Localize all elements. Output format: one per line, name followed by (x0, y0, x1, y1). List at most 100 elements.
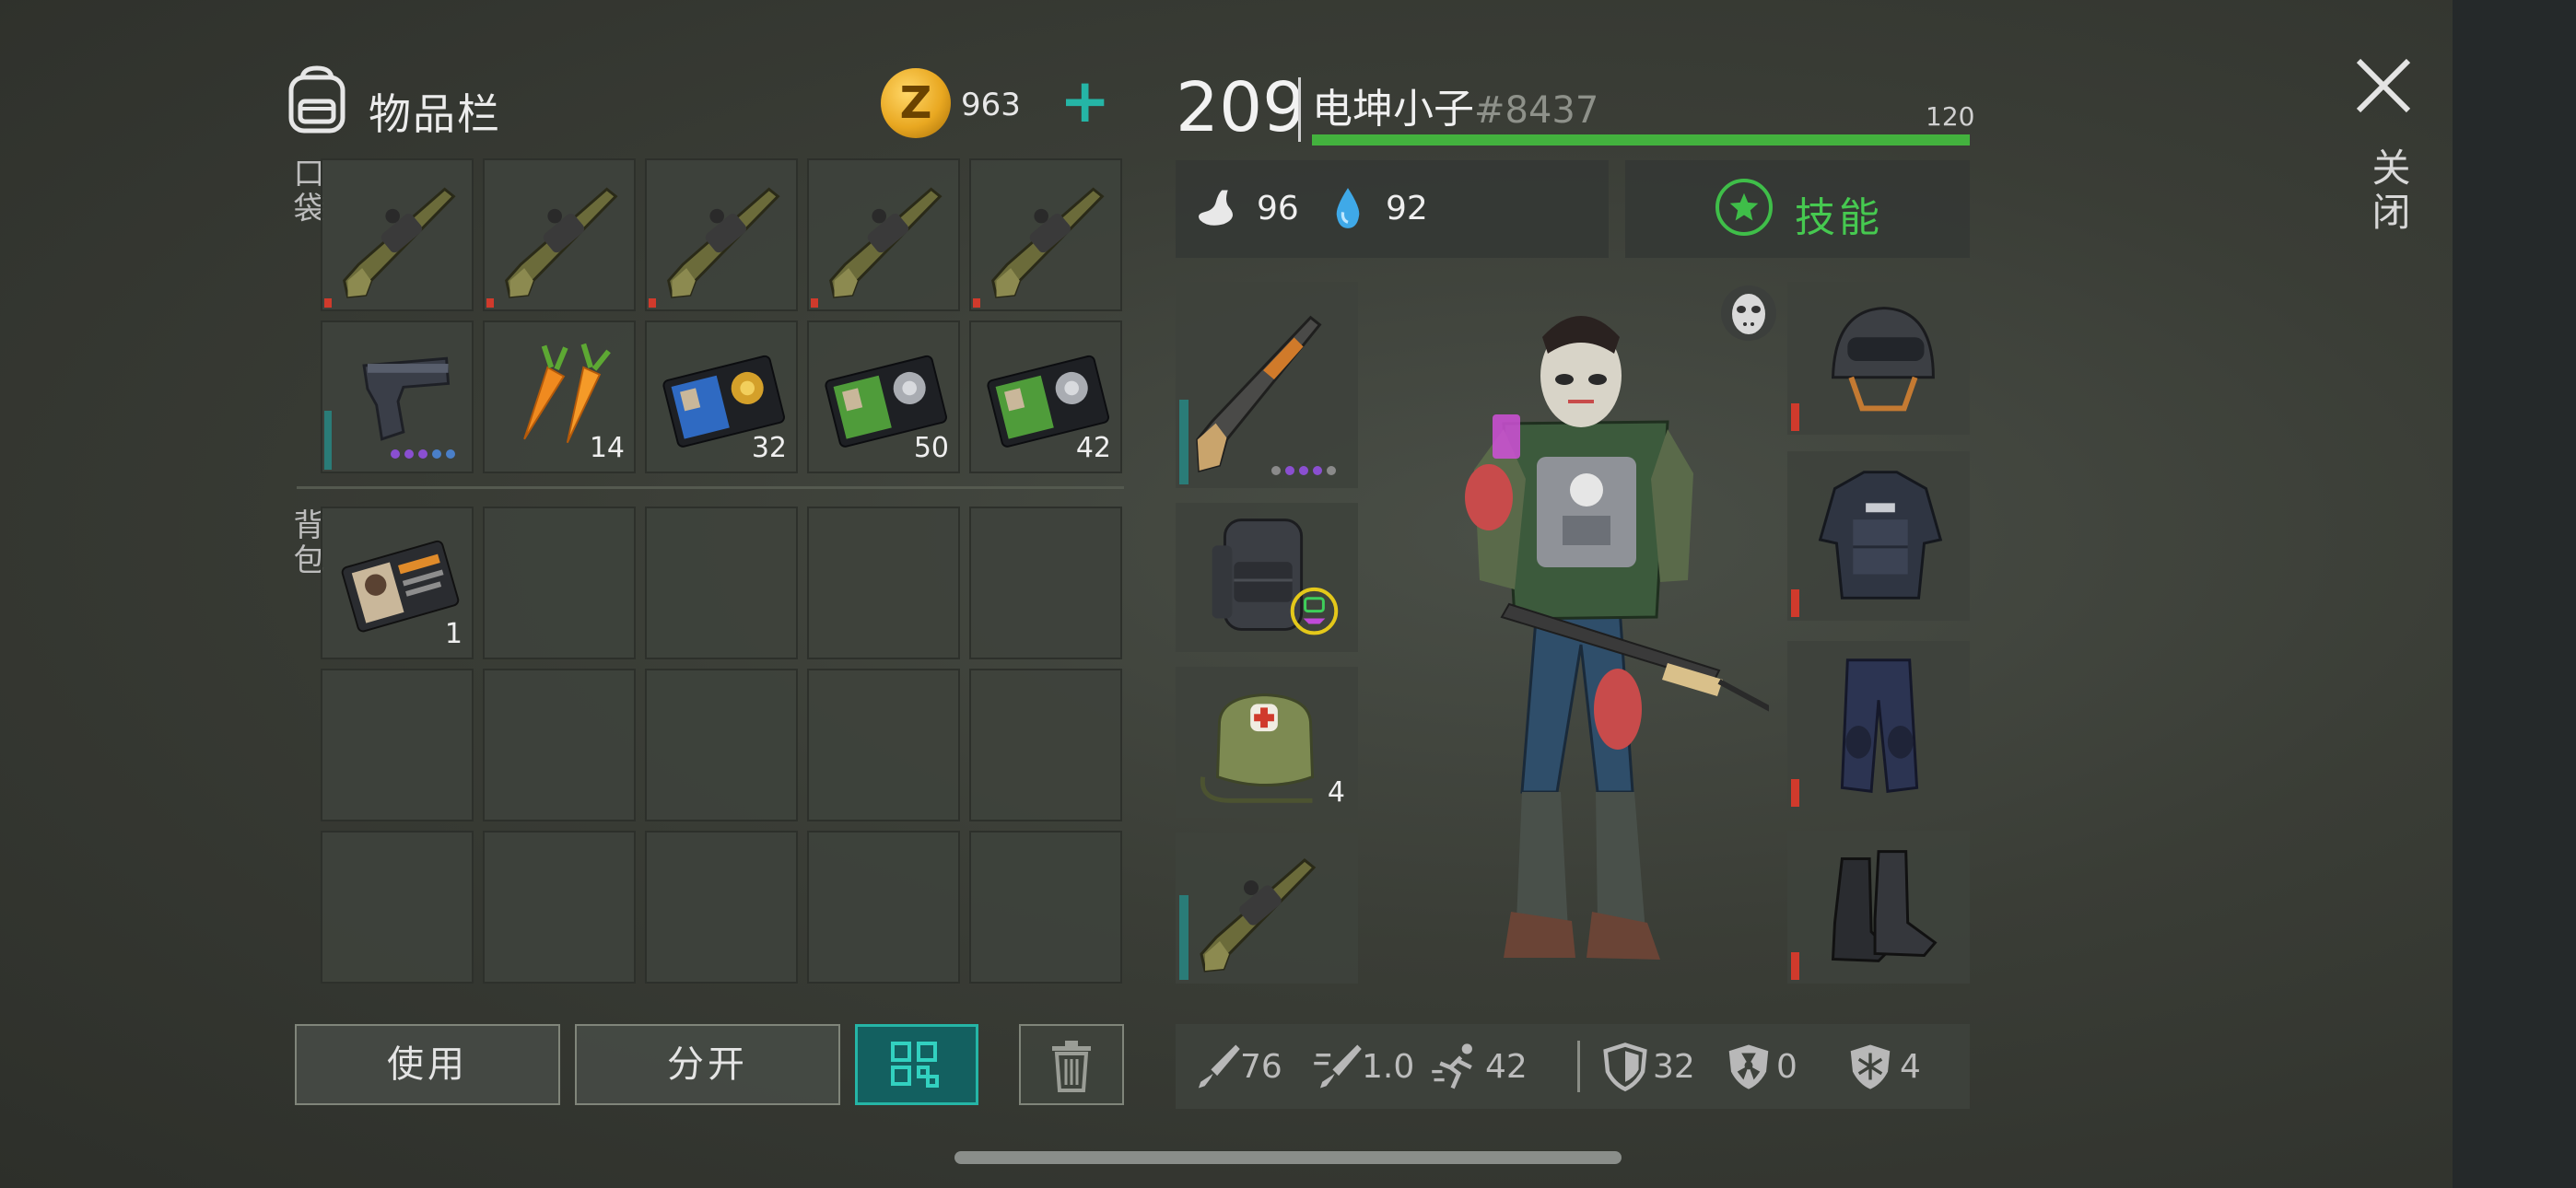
backpack-slot-9[interactable] (807, 669, 960, 821)
skills-icon-circle (1715, 179, 1773, 236)
grenade-launcher-icon (1200, 858, 1316, 973)
move-speed-value: 42 (1485, 1048, 1528, 1086)
durability-bar (811, 298, 818, 308)
durability-bar (1791, 779, 1799, 807)
home-indicator[interactable] (954, 1151, 1622, 1164)
backpack-slot-15[interactable] (969, 831, 1122, 984)
durability-bar (1791, 403, 1799, 431)
backpack-slot-6[interactable] (321, 669, 474, 821)
name-separator (1298, 77, 1301, 142)
armor-slot-body[interactable] (1787, 451, 1970, 621)
pocket-slot-3[interactable] (645, 158, 798, 311)
pocket-slot-2[interactable] (483, 158, 636, 311)
grenade-launcher-icon (343, 187, 455, 298)
combat-stats-bar: 76 1.0 42 32 0 4 (1176, 1024, 1970, 1109)
tactical-helmet-icon (1831, 307, 1935, 412)
pocket-slot-10[interactable]: 42 (969, 320, 1122, 473)
move-speed-icon (1432, 1043, 1472, 1089)
durability-bar (1179, 400, 1188, 484)
player-name: 电坤小子 (1312, 86, 1474, 133)
backpack-slot-11[interactable] (321, 831, 474, 984)
inventory-title: 物品栏 (369, 89, 501, 139)
armor-slot-head[interactable] (1787, 282, 1970, 435)
player-level: 209 (1176, 68, 1306, 147)
item-count: 4 (1327, 776, 1345, 809)
grenade-launcher-icon (829, 187, 942, 298)
cold-icon (1850, 1044, 1891, 1089)
pocket-slot-5[interactable] (969, 158, 1122, 311)
pocket-slot-1[interactable] (321, 158, 474, 311)
backpack-slot-13[interactable] (645, 831, 798, 984)
radiation-icon (1728, 1044, 1769, 1089)
attack-speed-value: 1.0 (1362, 1048, 1415, 1086)
right-edge-strip (2453, 0, 2576, 1188)
pocket-slot-8[interactable]: 32 (645, 320, 798, 473)
thirst-value: 92 (1386, 190, 1428, 227)
armor-value: 32 (1653, 1048, 1695, 1086)
durability-bar (1791, 952, 1799, 980)
backpack-slot-7[interactable] (483, 669, 636, 821)
upgrade-dots (391, 449, 455, 459)
add-coins-button[interactable]: + (1060, 71, 1110, 132)
backpack-slot-1[interactable]: 1 (321, 507, 474, 659)
armor-slot-feet[interactable] (1787, 831, 1970, 984)
durability-bar (1179, 895, 1188, 980)
shotgun-icon (1196, 315, 1322, 472)
pocket-slot-4[interactable] (807, 158, 960, 311)
delete-button[interactable] (1019, 1024, 1124, 1105)
player-name-row: 电坤小子#8437 (1312, 76, 1598, 134)
attack-speed-icon (1314, 1044, 1362, 1089)
damage-value: 76 (1240, 1048, 1282, 1086)
tactical-backpack-icon (1212, 518, 1339, 635)
coin-balance: 963 (961, 87, 1021, 123)
tactical-pants-icon (1840, 658, 1919, 793)
item-count: 42 (1075, 432, 1111, 464)
backpack-slot-10[interactable] (969, 669, 1122, 821)
section-divider (297, 486, 1124, 489)
trash-icon (1052, 1041, 1091, 1092)
water-drop-icon (1336, 188, 1360, 228)
pocket-slot-6[interactable] (321, 320, 474, 473)
grid-view-icon (891, 1042, 939, 1088)
item-count: 1 (444, 618, 463, 650)
hunger-value: 96 (1257, 190, 1299, 227)
backpack-slot-5[interactable] (969, 507, 1122, 659)
damage-icon (1198, 1044, 1240, 1089)
equip-slot-primary[interactable] (1176, 282, 1358, 488)
hockey-mask-icon (1721, 285, 1776, 341)
xp-bar (1312, 134, 1970, 146)
pocket-slot-9[interactable]: 50 (807, 320, 960, 473)
armor-icon (1603, 1042, 1647, 1092)
equip-slot-secondary[interactable] (1176, 833, 1358, 984)
durability-bar (1791, 589, 1799, 617)
durability-bar (649, 298, 656, 308)
vitals-panel: 96 92 (1176, 160, 1609, 258)
close-label[interactable]: 关闭 (2360, 147, 2417, 236)
player-id: #8437 (1474, 89, 1599, 132)
pocket-slot-7[interactable]: 14 (483, 320, 636, 473)
stats-separator (1577, 1041, 1580, 1092)
split-button[interactable]: 分开 (575, 1024, 840, 1105)
grenade-launcher-icon (991, 187, 1104, 298)
backpack-slot-4[interactable] (807, 507, 960, 659)
coin-icon: Z (881, 68, 951, 138)
backpack-slot-3[interactable] (645, 507, 798, 659)
xp-value: 120 (1926, 101, 1975, 132)
backpack-icon (288, 65, 345, 134)
equip-slot-medkit[interactable]: 4 (1176, 667, 1358, 818)
use-button[interactable]: 使用 (295, 1024, 560, 1105)
armor-slot-legs[interactable] (1787, 641, 1970, 810)
grid-view-button[interactable] (855, 1024, 978, 1105)
durability-bar (486, 298, 494, 308)
backpack-slot-14[interactable] (807, 831, 960, 984)
backpack-slot-2[interactable] (483, 507, 636, 659)
close-icon[interactable] (2351, 53, 2416, 118)
backpack-slot-8[interactable] (645, 669, 798, 821)
backpack-slot-12[interactable] (483, 831, 636, 984)
durability-bar (973, 298, 980, 308)
radiation-value: 0 (1776, 1048, 1797, 1086)
equip-slot-backpack[interactable] (1176, 503, 1358, 652)
grenade-launcher-icon (505, 187, 617, 298)
stomach-icon (1199, 190, 1234, 226)
pistol-icon (362, 356, 451, 441)
